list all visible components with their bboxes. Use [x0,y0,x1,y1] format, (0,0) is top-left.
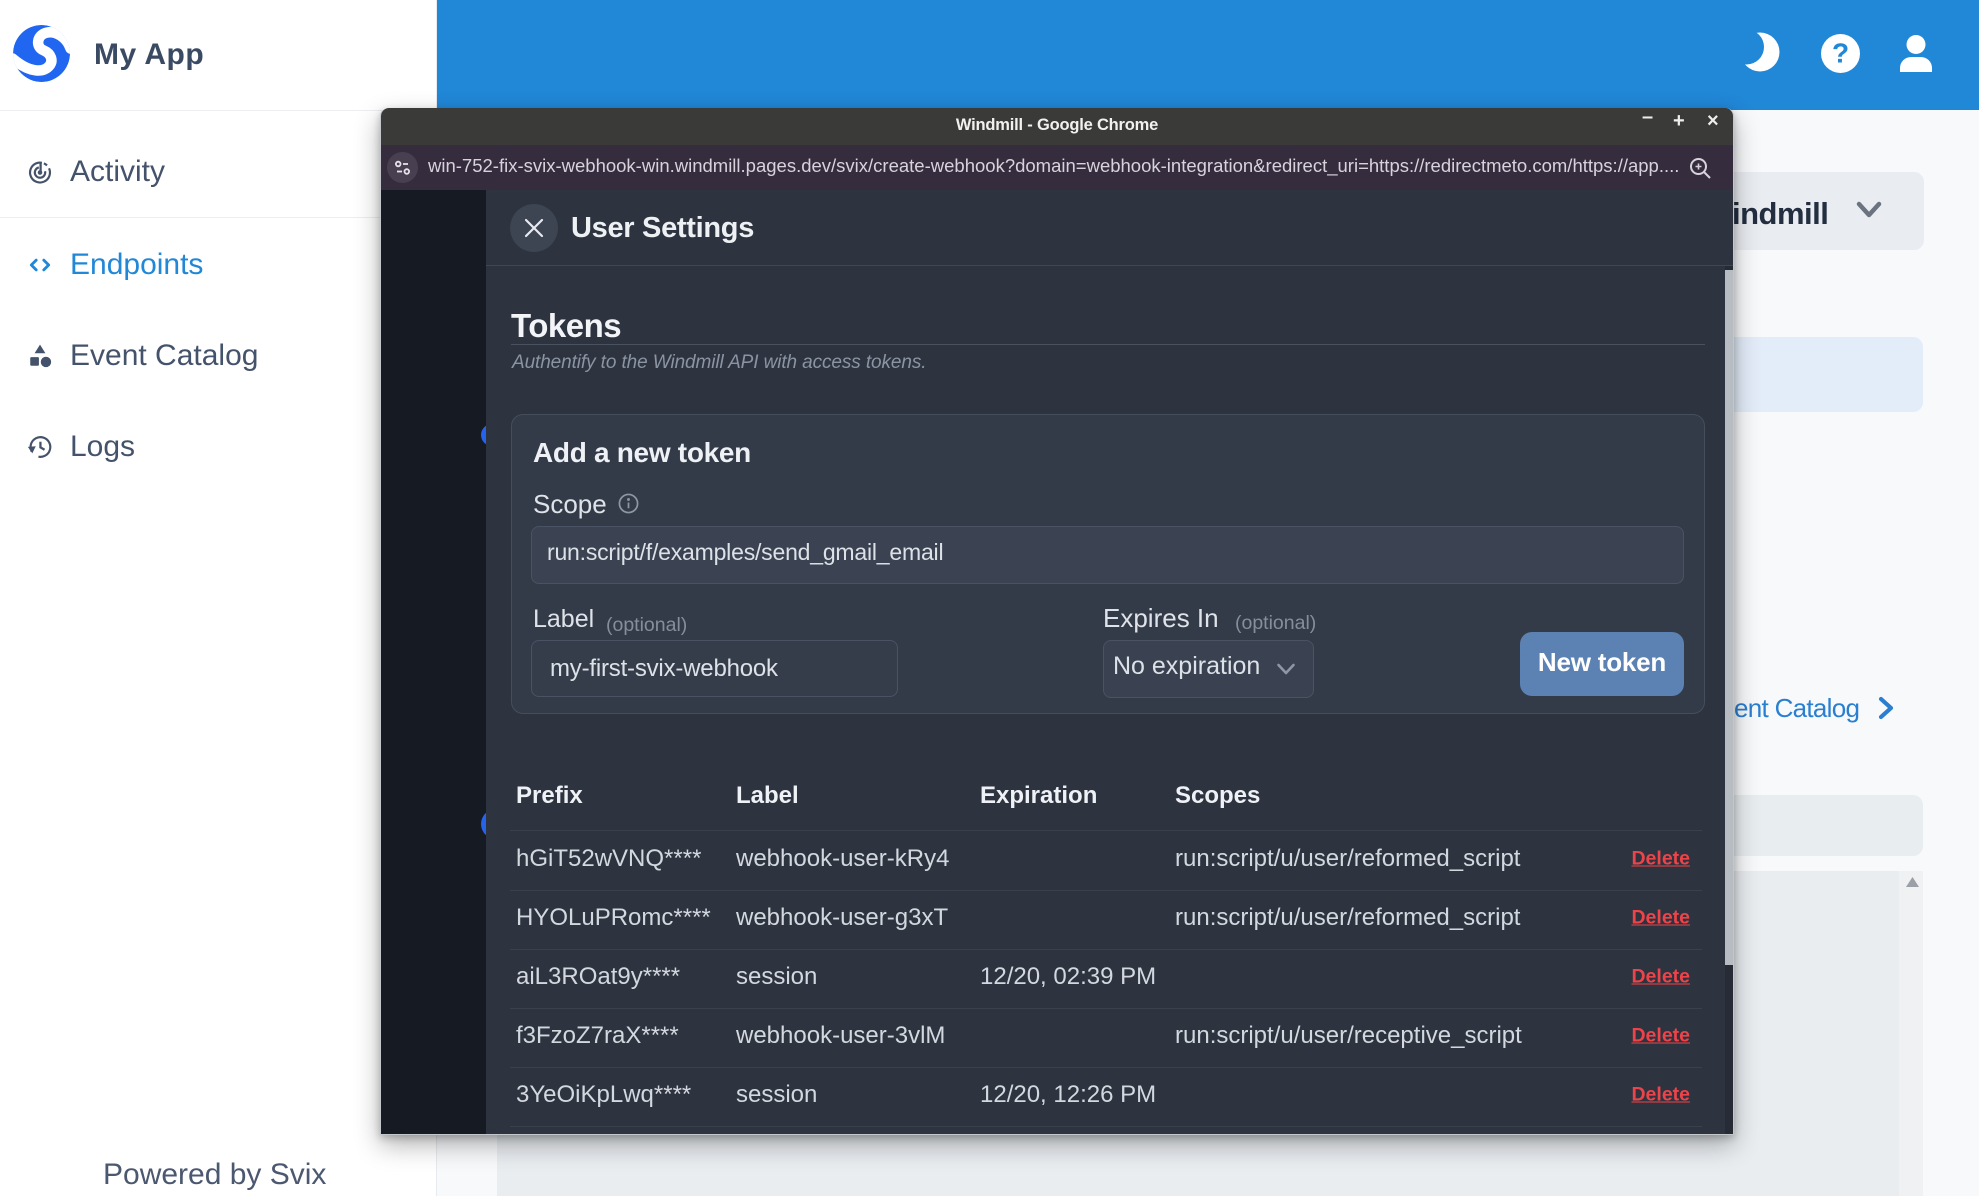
svg-text:?: ? [1832,38,1849,69]
